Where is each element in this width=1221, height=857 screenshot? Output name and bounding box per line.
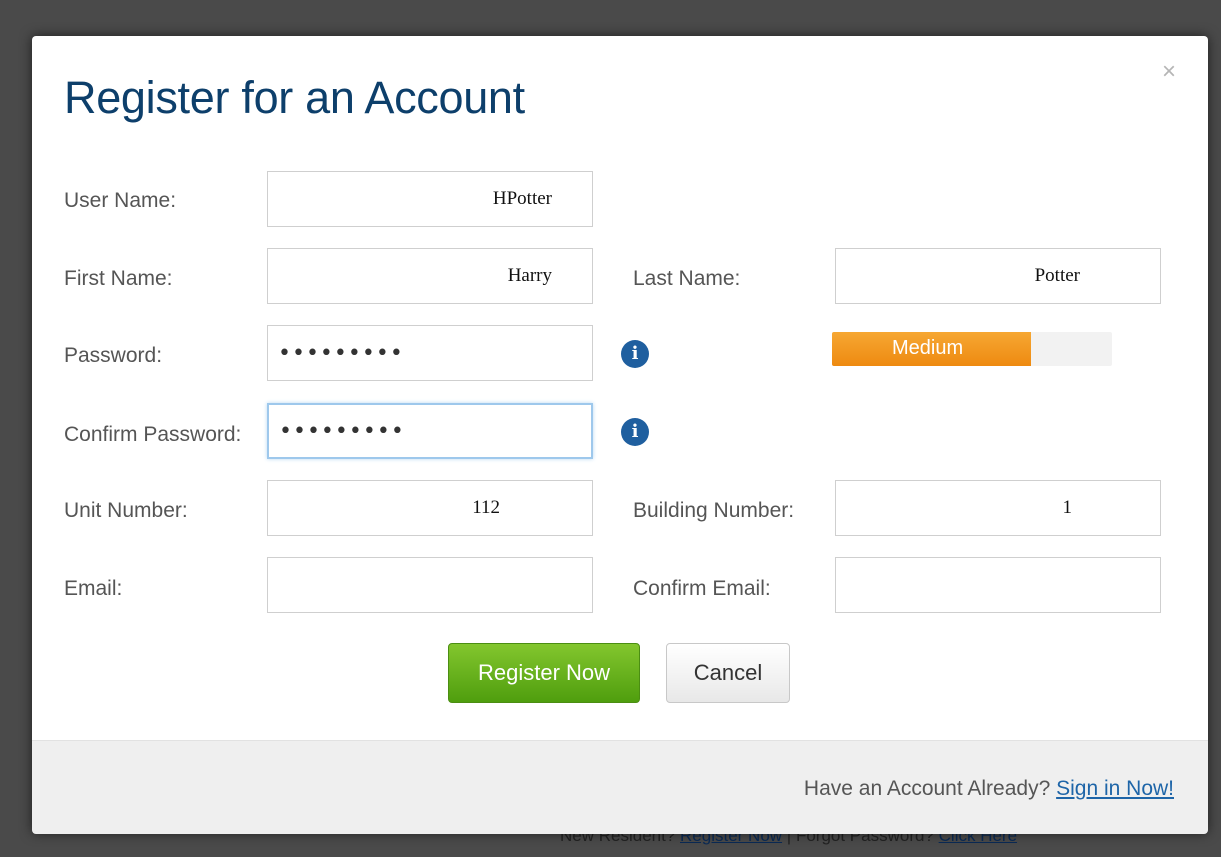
sign-in-prompt: Have an Account Already? Sign in Now!: [804, 777, 1174, 801]
building-number-field[interactable]: [835, 480, 1161, 536]
email-label: Email:: [64, 577, 123, 600]
password-strength-meter: Medium: [832, 332, 1112, 366]
confirm-password-info-icon[interactable]: i: [621, 418, 649, 446]
password-field[interactable]: [267, 325, 593, 381]
unit-number-field[interactable]: [267, 480, 593, 536]
password-info-icon[interactable]: i: [621, 340, 649, 368]
password-strength-label: Medium: [892, 337, 964, 359]
confirm-email-label: Confirm Email:: [633, 577, 771, 600]
email-field[interactable]: [267, 557, 593, 613]
lastname-label: Last Name:: [633, 267, 741, 290]
firstname-label: First Name:: [64, 267, 173, 290]
password-label: Password:: [64, 344, 163, 367]
username-field[interactable]: [267, 171, 593, 227]
cancel-button[interactable]: Cancel: [666, 643, 790, 703]
unit-number-label: Unit Number:: [64, 499, 188, 522]
register-now-button[interactable]: Register Now: [448, 643, 640, 703]
confirm-password-field[interactable]: [267, 403, 593, 459]
sign-in-link[interactable]: Sign in Now!: [1056, 777, 1174, 800]
username-label: User Name:: [64, 189, 177, 212]
firstname-field[interactable]: [267, 248, 593, 304]
sign-in-question: Have an Account Already?: [803, 777, 1051, 800]
confirm-email-field[interactable]: [835, 557, 1161, 613]
building-number-label: Building Number:: [633, 499, 795, 522]
modal-title: Register for an Account: [64, 72, 525, 123]
modal-footer: Have an Account Already? Sign in Now!: [32, 740, 1208, 834]
close-icon[interactable]: ×: [1162, 60, 1176, 84]
lastname-field[interactable]: [835, 248, 1161, 304]
confirm-password-label: Confirm Password:: [64, 423, 242, 446]
register-modal: × Register for an Account User Name: Fir…: [32, 36, 1208, 834]
